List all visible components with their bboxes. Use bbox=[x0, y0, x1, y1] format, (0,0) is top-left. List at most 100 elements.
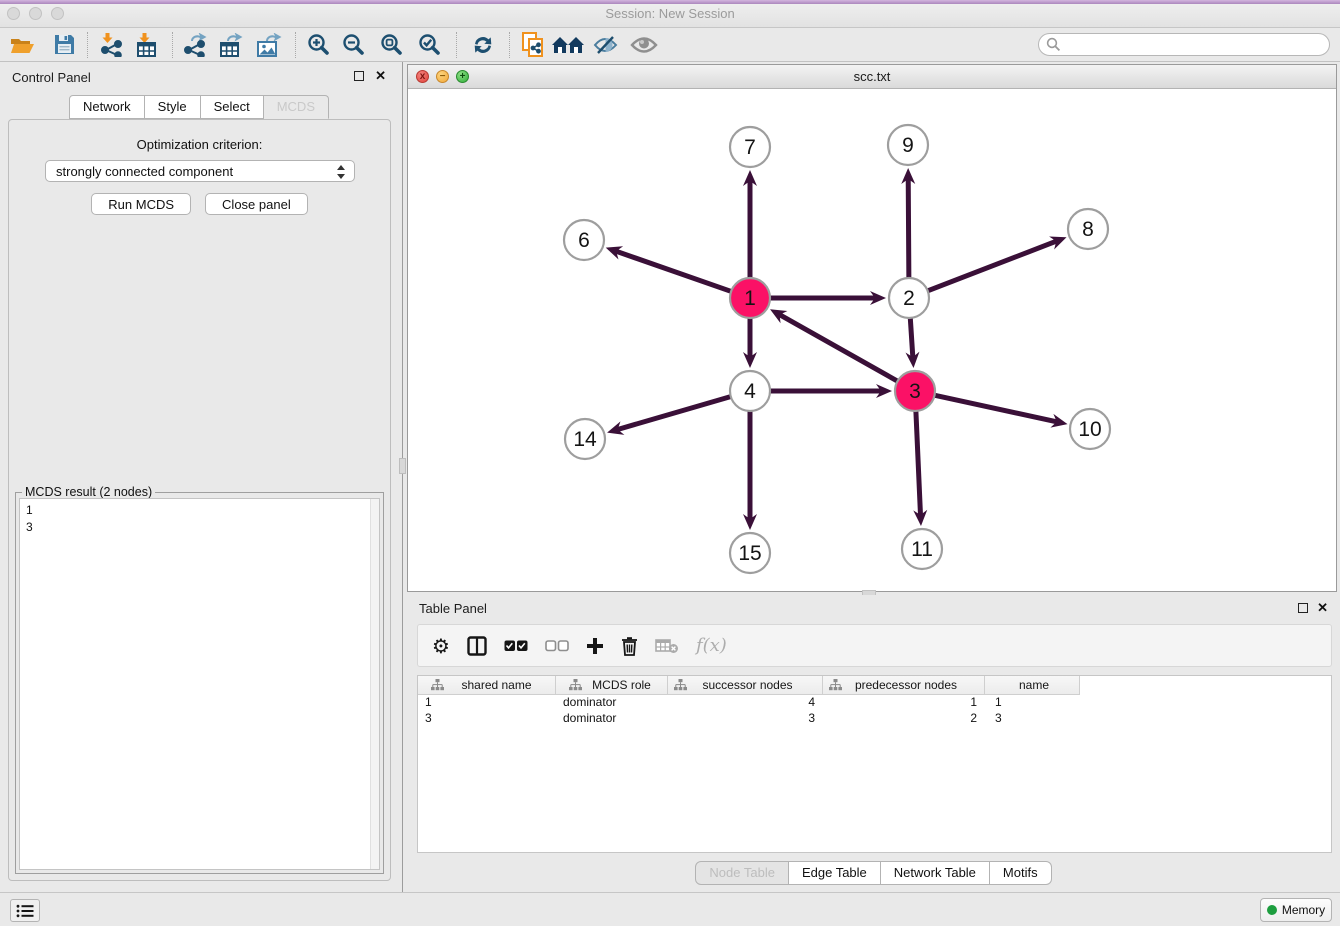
tab-style[interactable]: Style bbox=[145, 95, 201, 119]
graph-node-2[interactable]: 2 bbox=[889, 278, 929, 318]
svg-text:8: 8 bbox=[1082, 218, 1094, 241]
cell-shared-name[interactable]: 3 bbox=[418, 711, 556, 727]
cell-mcds-role[interactable]: dominator bbox=[556, 711, 668, 727]
hide-selected-button[interactable] bbox=[587, 30, 625, 60]
graph-edge-3-11[interactable] bbox=[913, 409, 927, 526]
graph-node-9[interactable]: 9 bbox=[888, 125, 928, 165]
graph-node-14[interactable]: 14 bbox=[565, 419, 605, 459]
graph-edge-3-1[interactable] bbox=[770, 309, 899, 382]
graph-edge-1-4[interactable] bbox=[743, 316, 757, 368]
open-session-button[interactable] bbox=[6, 30, 38, 60]
cell-name[interactable]: 1 bbox=[985, 695, 1080, 711]
first-neighbors-button[interactable] bbox=[549, 30, 587, 60]
graph-node-7[interactable]: 7 bbox=[730, 127, 770, 167]
tab-network-table[interactable]: Network Table bbox=[881, 861, 990, 885]
table-row[interactable]: 3 dominator 3 2 3 bbox=[418, 711, 1331, 727]
graph-node-6[interactable]: 6 bbox=[564, 220, 604, 260]
search-input[interactable] bbox=[1038, 33, 1330, 56]
column-header-successor-nodes[interactable]: successor nodes bbox=[668, 676, 823, 695]
graph-edge-3-10[interactable] bbox=[933, 395, 1068, 428]
save-session-button[interactable] bbox=[48, 30, 80, 60]
select-all-columns-button[interactable] bbox=[504, 640, 528, 652]
table-settings-button[interactable]: ⚙ bbox=[432, 636, 450, 656]
run-mcds-button[interactable]: Run MCDS bbox=[91, 193, 191, 215]
cell-successor-nodes[interactable]: 4 bbox=[668, 695, 823, 711]
result-line: 1 bbox=[26, 502, 373, 519]
column-header-predecessor-nodes[interactable]: predecessor nodes bbox=[823, 676, 985, 695]
svg-text:6: 6 bbox=[578, 229, 590, 252]
export-network-button[interactable] bbox=[180, 30, 212, 60]
show-all-button[interactable] bbox=[625, 30, 663, 60]
network-canvas[interactable]: 7 9 6 8 1 2 4 3 14 10 15 11 bbox=[408, 89, 1336, 591]
float-panel-icon[interactable] bbox=[354, 71, 364, 81]
table-row[interactable]: 1 dominator 4 1 1 bbox=[418, 695, 1331, 711]
delete-column-button[interactable] bbox=[621, 636, 638, 656]
zoom-out-button[interactable] bbox=[335, 30, 373, 60]
close-panel-icon[interactable]: ✕ bbox=[375, 68, 386, 84]
tab-mcds[interactable]: MCDS bbox=[264, 95, 329, 119]
hierarchy-icon bbox=[674, 679, 687, 691]
optimization-criterion-dropdown[interactable]: strongly connected component bbox=[45, 160, 355, 182]
export-image-button[interactable] bbox=[250, 30, 288, 60]
graph-node-4[interactable]: 4 bbox=[730, 371, 770, 411]
tab-edge-table[interactable]: Edge Table bbox=[789, 861, 881, 885]
folder-open-icon bbox=[10, 35, 35, 55]
column-header-shared-name[interactable]: shared name bbox=[418, 676, 556, 695]
graph-edge-4-15[interactable] bbox=[743, 409, 757, 530]
graph-edge-4-14[interactable] bbox=[607, 396, 733, 435]
column-header-mcds-role[interactable]: MCDS role bbox=[556, 676, 668, 695]
graph-node-1[interactable]: 1 bbox=[730, 278, 770, 318]
cell-mcds-role[interactable]: dominator bbox=[556, 695, 668, 711]
eye-icon bbox=[630, 35, 658, 55]
memory-status-icon bbox=[1267, 905, 1277, 915]
show-columns-button[interactable] bbox=[467, 636, 487, 656]
cell-predecessor-nodes[interactable]: 1 bbox=[823, 695, 985, 711]
export-table-button[interactable] bbox=[212, 30, 250, 60]
tab-network[interactable]: Network bbox=[69, 95, 145, 119]
network-window-titlebar[interactable]: x − + scc.txt bbox=[408, 65, 1336, 89]
result-line: 3 bbox=[26, 519, 373, 536]
hierarchy-icon bbox=[569, 679, 582, 691]
graph-edge-2-8[interactable] bbox=[926, 236, 1067, 291]
tab-node-table[interactable]: Node Table bbox=[695, 861, 789, 885]
graph-node-10[interactable]: 10 bbox=[1070, 409, 1110, 449]
graph-node-8[interactable]: 8 bbox=[1068, 209, 1108, 249]
apply-preferred-layout-button[interactable] bbox=[464, 30, 502, 60]
splitter-grip[interactable] bbox=[399, 458, 406, 474]
cell-predecessor-nodes[interactable]: 2 bbox=[823, 711, 985, 727]
zoom-in-button[interactable] bbox=[303, 30, 335, 60]
import-network-button[interactable] bbox=[95, 30, 127, 60]
graph-node-11[interactable]: 11 bbox=[902, 529, 942, 569]
close-table-panel-icon[interactable]: ✕ bbox=[1317, 600, 1328, 616]
tab-select[interactable]: Select bbox=[201, 95, 264, 119]
create-column-button[interactable] bbox=[586, 637, 604, 655]
result-scrollbar[interactable] bbox=[370, 499, 379, 869]
column-header-name[interactable]: name bbox=[985, 676, 1080, 695]
graph-edge-1-7[interactable] bbox=[743, 170, 757, 280]
graph-node-3[interactable]: 3 bbox=[895, 371, 935, 411]
task-history-button[interactable] bbox=[10, 899, 40, 922]
vertical-splitter[interactable] bbox=[398, 62, 407, 892]
mcds-result-textarea[interactable]: 1 3 bbox=[19, 498, 380, 870]
graph-edge-2-9[interactable] bbox=[901, 168, 915, 280]
graph-edge-2-3[interactable] bbox=[906, 316, 920, 368]
memory-button[interactable]: Memory bbox=[1260, 898, 1332, 922]
cell-shared-name[interactable]: 1 bbox=[418, 695, 556, 711]
network-graph[interactable]: 7 9 6 8 1 2 4 3 14 10 15 11 bbox=[408, 89, 1336, 591]
float-table-panel-icon[interactable] bbox=[1298, 603, 1308, 613]
zoom-fit-content-button[interactable] bbox=[373, 30, 411, 60]
graph-edge-1-2[interactable] bbox=[768, 291, 886, 305]
control-panel-tabs: Network Style Select MCDS bbox=[0, 95, 398, 119]
cell-successor-nodes[interactable]: 3 bbox=[668, 711, 823, 727]
import-table-button[interactable] bbox=[127, 30, 165, 60]
close-panel-button[interactable]: Close panel bbox=[205, 193, 308, 215]
graph-edge-1-6[interactable] bbox=[606, 246, 733, 292]
deselect-all-columns-button[interactable] bbox=[545, 640, 569, 652]
graph-edge-4-3[interactable] bbox=[768, 384, 892, 398]
tab-motifs[interactable]: Motifs bbox=[990, 861, 1052, 885]
zoom-selected-button[interactable] bbox=[411, 30, 449, 60]
graph-node-15[interactable]: 15 bbox=[730, 533, 770, 573]
new-network-from-selection-button[interactable] bbox=[517, 30, 549, 60]
cell-name[interactable]: 3 bbox=[985, 711, 1080, 727]
dropdown-stepper-icon bbox=[336, 163, 346, 181]
